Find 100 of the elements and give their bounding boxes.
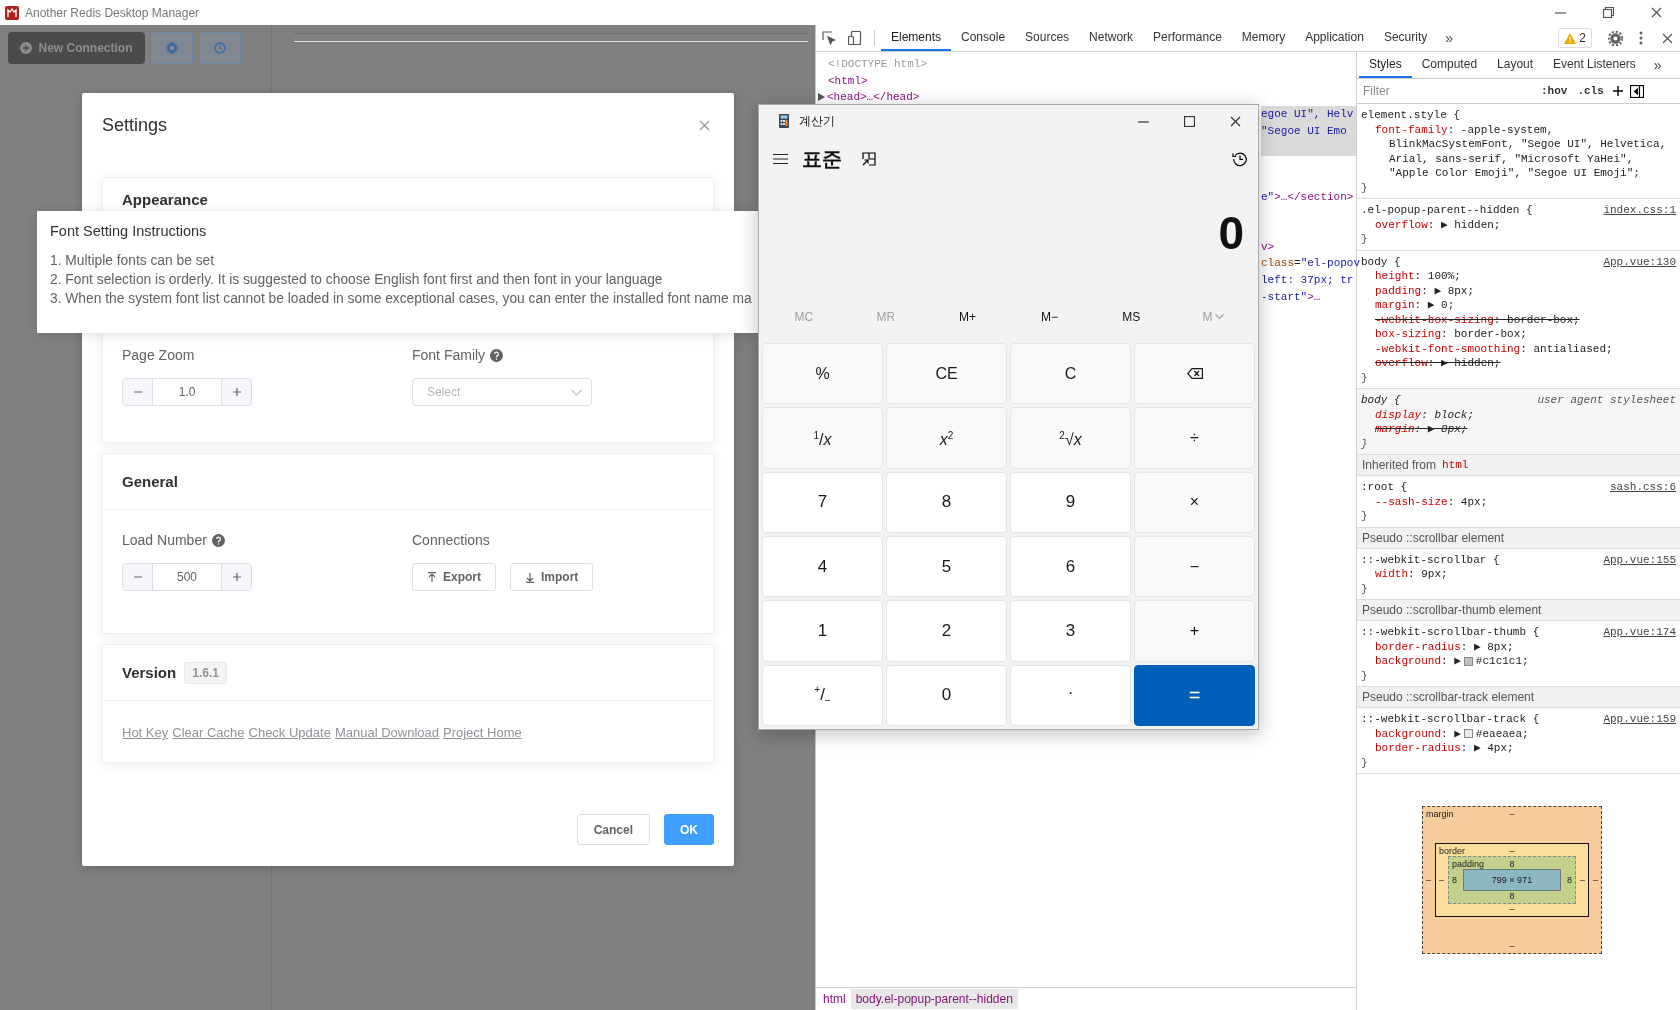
source-link[interactable]: sash.css:6 [1610,480,1676,495]
css-selector: element.style { [1361,108,1461,123]
memory-button[interactable]: M− [1008,291,1091,343]
box-model-value: – [1509,846,1515,856]
css-declaration: border-radius: ▶ 4px; [1374,741,1515,756]
dom-node-text: <html> [828,74,868,87]
cancel-button[interactable]: Cancel [576,814,650,845]
mode-title: 표준 [802,146,842,172]
font-select[interactable]: Select [412,378,592,406]
function-key[interactable]: − [1134,536,1255,598]
closing-brace: } [1361,510,1368,522]
memory-button[interactable]: M+ [926,291,1009,343]
dom-row[interactable]: -start">… [1261,288,1356,305]
increment-button[interactable] [221,564,251,590]
devtools-tab[interactable]: Console [951,25,1016,51]
devtools-tab[interactable]: Network [1079,25,1144,51]
function-key[interactable]: x$^{2}$ [886,407,1007,469]
increment-button[interactable] [221,379,251,405]
function-key[interactable]: + [1134,600,1255,662]
selected-dom-row[interactable]: "Segoe UI Emo [1261,122,1356,139]
digit-key[interactable]: 1 [762,600,883,662]
function-key[interactable]: C [1010,343,1131,405]
digit-key[interactable]: 6 [1010,536,1131,598]
dom-row[interactable]: v> [1261,238,1356,256]
function-key[interactable]: % [762,343,883,405]
css-declaration: border-radius: ▶ 8px; [1374,639,1515,654]
warnings-badge[interactable]: 2 [1558,28,1592,48]
closing-brace: } [1361,371,1368,384]
css-declaration: margin: ▶ 0; [1374,298,1456,313]
digit-key[interactable]: $^{+}$/$_{−}$ [762,664,883,726]
number-input[interactable]: 1.0 [122,378,252,406]
digit-key[interactable]: 5 [886,536,1007,598]
breadcrumb-item[interactable]: body.el-popup-parent--hidden [850,989,1018,1009]
instruction-line: 1. Multiple fonts can be set [50,253,215,268]
section-header: Inherited from [1362,458,1437,472]
menu-icon [773,153,788,165]
digit-key[interactable]: 0 [886,664,1007,726]
number-input[interactable]: 500 [122,563,252,591]
hover-state-toggle[interactable]: :hov [1539,85,1570,97]
keep-on-top-button[interactable] [862,152,876,166]
class-toggle[interactable]: .cls [1575,85,1606,97]
source-link[interactable]: index.css:1 [1603,203,1676,218]
devtools-tab[interactable]: Security [1373,25,1438,51]
css-selector: ::-webkit-scrollbar-thumb { [1361,625,1540,640]
breadcrumb-item[interactable]: html [818,989,851,1009]
function-key[interactable]: ÷ [1134,407,1255,469]
css-declaration: overflow: ▶ hidden; [1374,217,1502,232]
css-selector: :root { [1361,480,1408,495]
digit-key[interactable]: 8 [886,471,1007,533]
source-link[interactable]: App.vue:130 [1603,254,1676,269]
color-swatch[interactable] [1463,656,1473,666]
color-swatch[interactable] [1463,729,1473,739]
source-link[interactable]: App.vue:159 [1603,712,1676,727]
css-declaration: padding: ▶ 8px; [1374,283,1476,298]
function-key[interactable]: CE [886,343,1007,405]
version-tag: 1.6.1 [184,661,227,684]
devtools-tab[interactable]: Memory [1231,25,1296,51]
history-button[interactable] [1232,151,1248,167]
instruction-line: 2. Font selection is orderly. It is suggested to choose English font first and then font in your language [50,272,663,287]
styles-tab[interactable]: Computed [1411,52,1488,78]
menu-button[interactable] [773,153,788,165]
more-tabs-button[interactable]: » [1645,57,1670,73]
digit-key[interactable]: 3 [1010,600,1131,662]
css-declaration: display: block; [1374,407,1476,422]
plus-icon [231,572,242,582]
import-button[interactable]: Import [510,563,594,591]
equals-key[interactable]: = [1134,664,1255,726]
source-link[interactable]: App.vue:155 [1603,552,1676,567]
dom-row[interactable]: <html> [816,72,1356,90]
memory-button[interactable]: MS [1090,291,1173,343]
field-label: Connections [412,531,491,550]
css-value: #c1c1c1; [1475,654,1529,669]
field-label: Font Family [412,347,486,363]
css-declaration: height: 100%; [1374,269,1462,284]
more-tabs-button[interactable]: » [1437,30,1462,46]
calculator-display: 0 [1218,206,1244,260]
decimal-point-key[interactable]: . [1010,664,1131,726]
function-key[interactable]: $^{1}$/x [762,407,883,469]
dom-row[interactable]: <head>…</head> [816,89,1356,106]
box-model-value: 8 [1509,859,1515,869]
expand-triangle-icon [818,93,825,102]
function-key[interactable]: $^{2}$√x [1010,407,1131,469]
digit-key[interactable]: 2 [886,600,1007,662]
source-link[interactable]: App.vue:174 [1603,625,1676,640]
devtools-tab[interactable]: Performance [1143,25,1232,51]
digit-key[interactable]: 7 [762,471,883,533]
devtools-tab[interactable]: Elements [881,25,952,51]
styles-tab[interactable]: Styles [1359,52,1412,78]
styles-tab[interactable]: Event Listeners [1543,52,1646,78]
devtools-tab[interactable]: Application [1295,25,1374,51]
new-rule-button[interactable] [1611,85,1624,97]
styles-tab[interactable]: Layout [1487,52,1544,78]
css-declaration: overflow: ▶ hidden; [1374,356,1502,371]
digit-key[interactable]: 4 [762,536,883,598]
export-button[interactable]: Export [412,563,496,591]
digit-key[interactable]: 9 [1010,471,1131,533]
function-key[interactable]: × [1134,471,1255,533]
css-declaration: -webkit-box-sizing: border-box; [1374,312,1581,327]
sidebar-toggle-button[interactable] [1629,84,1644,98]
devtools-tab[interactable]: Sources [1015,25,1080,51]
